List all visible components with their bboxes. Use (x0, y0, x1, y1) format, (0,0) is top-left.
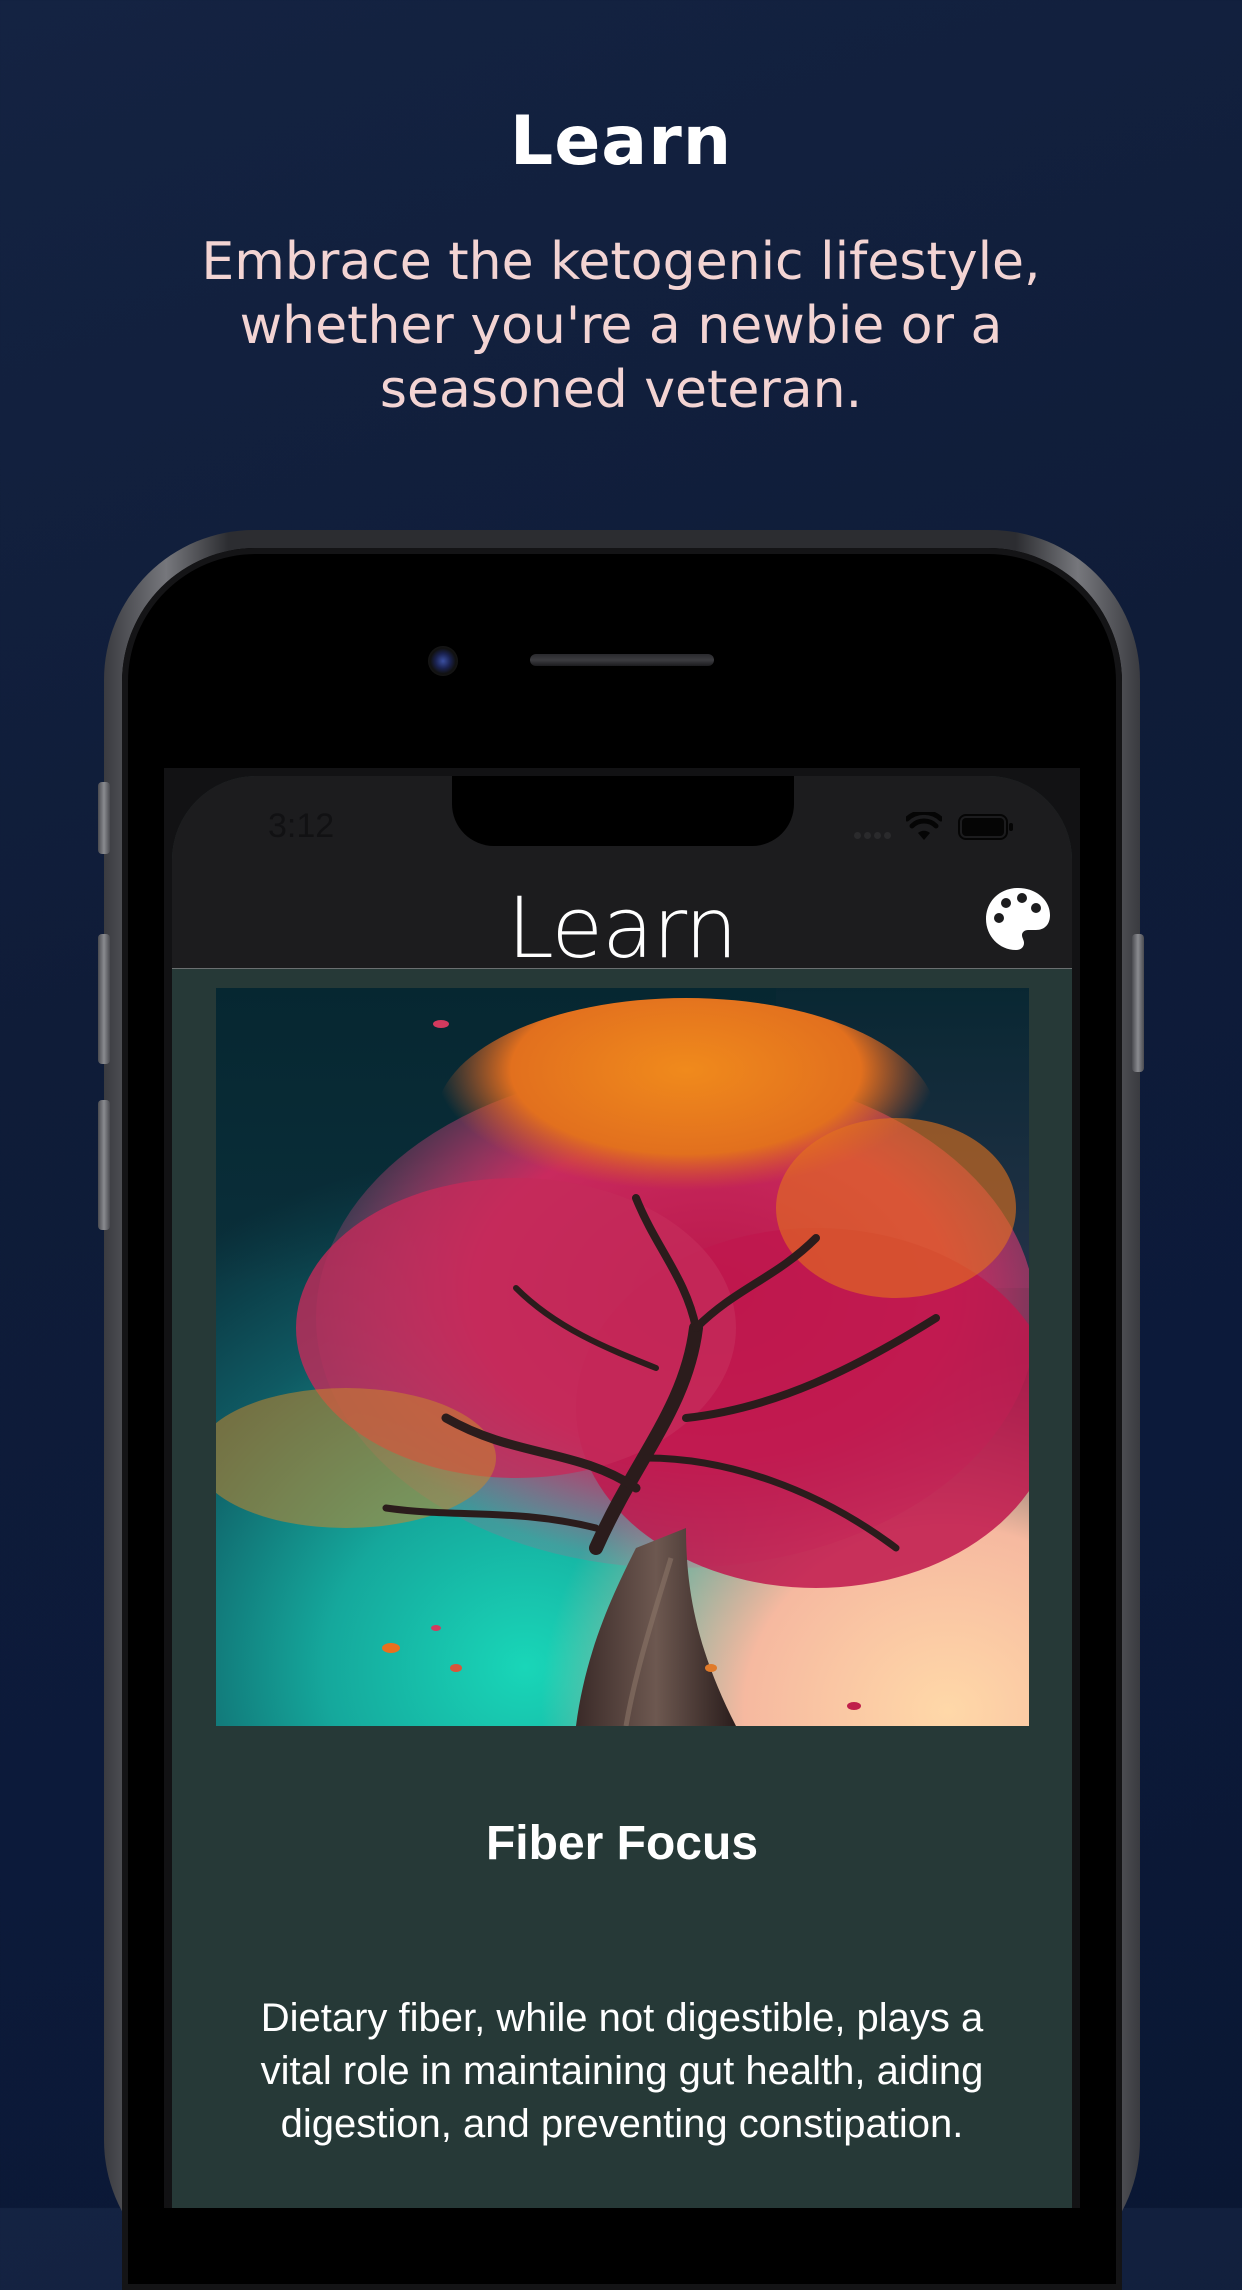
power-button (1132, 934, 1144, 1072)
volume-up-button (98, 934, 110, 1064)
wifi-icon (906, 812, 942, 840)
promo-subtitle: Embrace the ketogenic lifestyle, whether… (201, 232, 1041, 420)
earpiece-speaker (530, 654, 714, 666)
mute-switch (98, 782, 110, 854)
app-screen: 3:12 Learn Fiber Focus Dietary fiber, wh… (172, 776, 1072, 2208)
card-title: Fiber Focus (485, 1817, 759, 1870)
palette-icon[interactable] (984, 886, 1052, 952)
promo-title: Learn (509, 102, 733, 181)
nav-title: Learn (507, 879, 738, 977)
front-camera (428, 646, 458, 676)
status-time: 3:12 (268, 807, 335, 845)
tree-illustration (216, 988, 1029, 1726)
card-body: Dietary fiber, while not digestible, pla… (260, 1996, 984, 2146)
volume-down-button (98, 1100, 110, 1230)
notch (452, 776, 794, 846)
signal-icon (854, 826, 894, 844)
status-bar: 3:12 (172, 776, 1072, 846)
battery-icon (958, 814, 1013, 840)
